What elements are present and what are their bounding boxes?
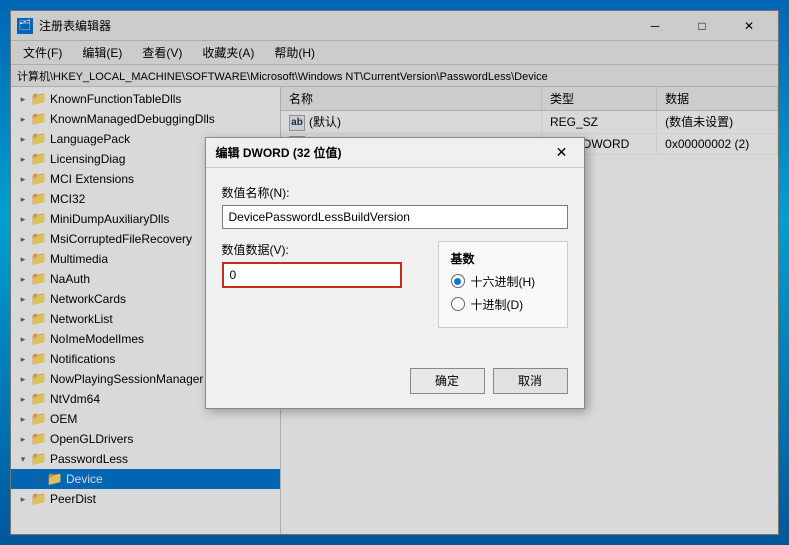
radio-dec[interactable]: 十进制(D) [451,296,555,313]
dialog-title: 编辑 DWORD (32 位值) [216,144,342,161]
radio-hex-label: 十六进制(H) [471,273,536,290]
dialog-row: 数值数据(V): 基数 十六进制(H) 十进制(D) [222,241,568,328]
dialog-body: 数值名称(N): 数值数据(V): 基数 十六进制(H) 十进制(D) [206,168,584,360]
radio-dec-label: 十进制(D) [471,296,524,313]
dialog-title-bar: 编辑 DWORD (32 位值) ✕ [206,138,584,168]
cancel-button[interactable]: 取消 [493,368,568,394]
ok-button[interactable]: 确定 [410,368,485,394]
dialog-overlay: 编辑 DWORD (32 位值) ✕ 数值名称(N): 数值数据(V): 基数 … [0,0,789,545]
radix-col: 基数 十六进制(H) 十进制(D) [438,241,568,328]
radio-hex-circle [451,274,465,288]
radix-title: 基数 [451,250,555,267]
value-data-input[interactable] [222,262,402,288]
value-data-label: 数值数据(V): [222,241,418,258]
radio-hex[interactable]: 十六进制(H) [451,273,555,290]
dialog-close-button[interactable]: ✕ [550,141,574,163]
edit-dialog: 编辑 DWORD (32 位值) ✕ 数值名称(N): 数值数据(V): 基数 … [205,137,585,409]
value-name-input[interactable] [222,205,568,229]
dialog-footer: 确定 取消 [206,360,584,408]
value-name-label: 数值名称(N): [222,184,568,201]
radio-dec-circle [451,297,465,311]
value-col: 数值数据(V): [222,241,418,300]
